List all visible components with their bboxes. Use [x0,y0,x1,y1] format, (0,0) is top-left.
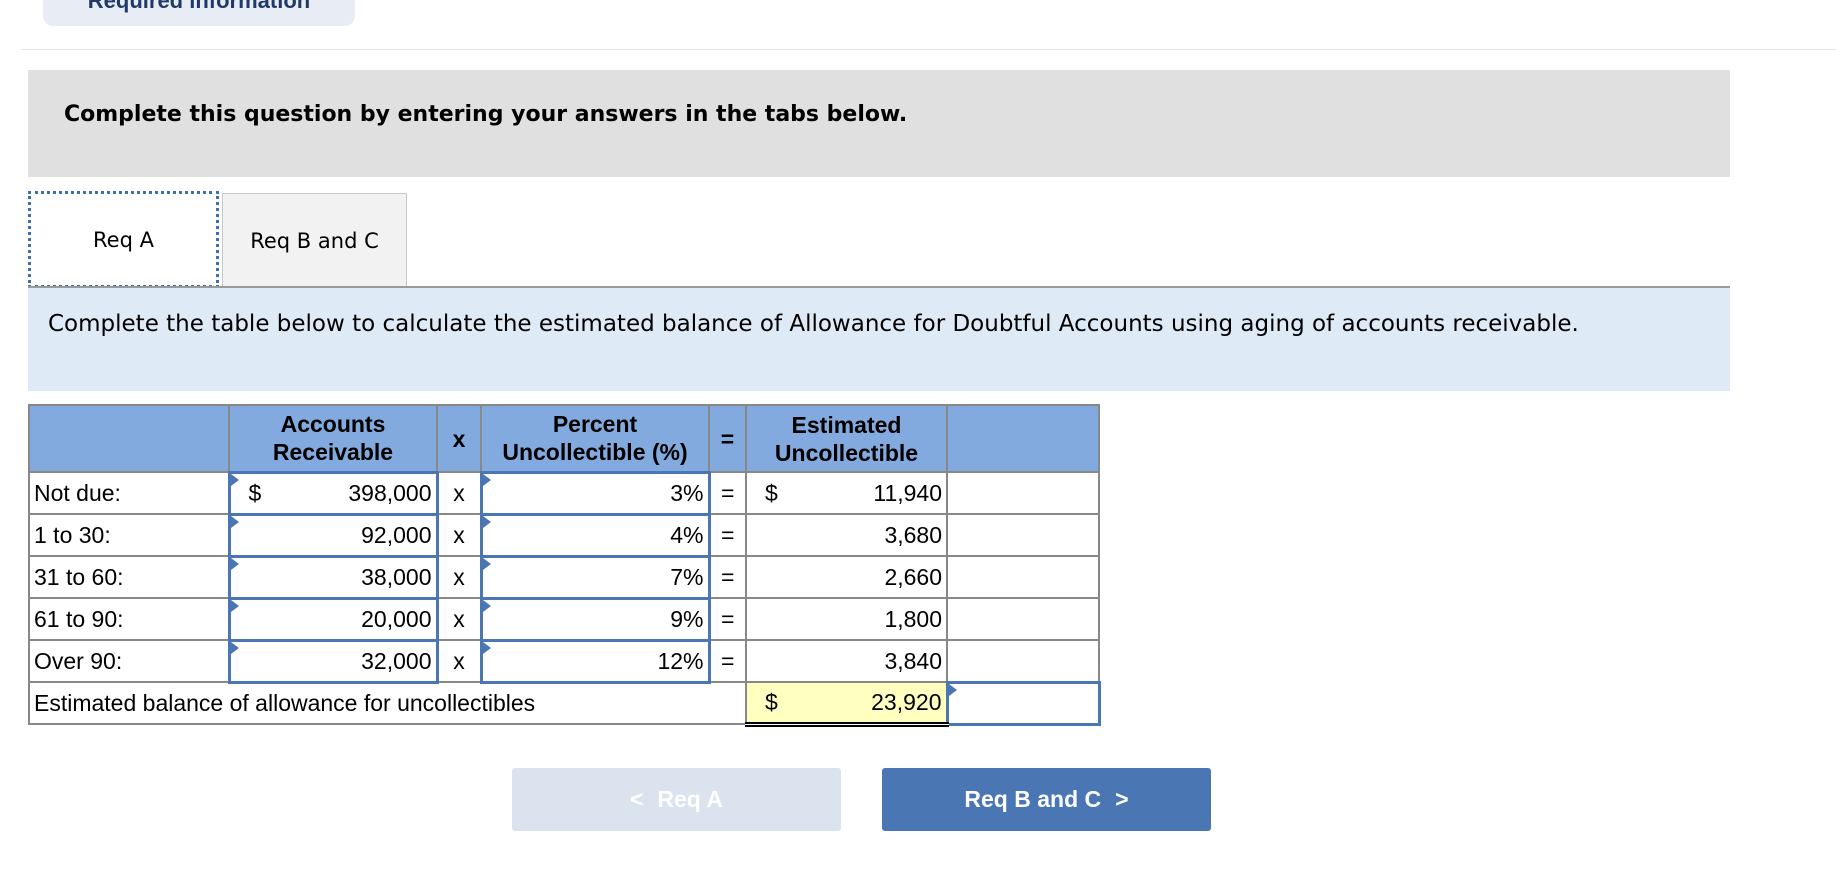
est-value: 2,660 [884,563,942,590]
accounts-receivable-input[interactable]: 38,000 [227,554,439,600]
row-label: 61 to 90: [28,597,230,641]
row-label: 31 to 60: [28,555,230,599]
header-accounts-receivable: Accounts Receivable [228,404,438,473]
times-sign: x [437,555,481,599]
est-value: 3,680 [884,521,942,548]
row-label: Not due: [28,471,230,515]
extra-cell [946,555,1100,599]
accounts-receivable-input[interactable]: 32,000 [227,638,439,684]
prompt-text: Complete the table below to calculate th… [48,311,1579,337]
next-req-b-and-c-button[interactable]: Req B and C > [882,768,1211,831]
total-extra-input[interactable] [945,680,1101,726]
header-percent: Percent Uncollectible (%) [480,404,710,473]
prev-req-a-button[interactable]: < Req A [512,768,841,831]
accounts-receivable-input[interactable]: $398,000 [227,470,439,516]
total-label: Estimated balance of allowance for uncol… [28,681,747,725]
tab-req-a[interactable]: Req A [28,191,219,288]
tab-label: Req B and C [250,228,379,253]
ar-value: 20,000 [361,605,432,632]
total-row: Estimated balance of allowance for uncol… [28,680,1101,727]
times-sign: x [437,513,481,557]
percent-input[interactable]: 7% [479,554,711,600]
instructions-banner: Complete this question by entering your … [28,70,1730,177]
currency-symbol: $ [765,479,778,506]
equals-sign: = [709,639,746,683]
header-estimated: Estimated Uncollectible [745,404,948,473]
required-information-tab[interactable]: Required information [43,0,355,26]
est-value: 11,940 [873,479,942,506]
divider [21,49,1836,50]
ar-value: 32,000 [361,647,432,674]
ar-value: 92,000 [361,521,432,548]
required-information-label: Required information [87,0,311,13]
header-equals: = [708,404,747,473]
accounts-receivable-input[interactable]: 20,000 [227,596,439,642]
percent-input[interactable]: 12% [479,638,711,684]
instructions-text: Complete this question by entering your … [64,102,908,127]
equals-sign: = [709,513,746,557]
equals-sign: = [709,471,746,515]
equals-sign: = [709,597,746,641]
table-row: Not due: $398,000 x 3% = $11,940 [28,470,1100,516]
times-sign: x [437,639,481,683]
ar-value: 38,000 [361,563,432,590]
table-row: 31 to 60: 38,000 x 7% = 2,660 [28,554,1100,600]
pct-value: 3% [670,479,704,506]
accounts-receivable-input[interactable]: 92,000 [227,512,439,558]
aging-table: Accounts Receivable x Percent Uncollecti… [28,404,1101,727]
row-label: 1 to 30: [28,513,230,557]
equals-sign: = [709,555,746,599]
chevron-left-icon: < [629,786,644,812]
table-row: 61 to 90: 20,000 x 9% = 1,800 [28,596,1100,642]
header-times: x [436,404,482,473]
prev-label: Req A [657,786,724,812]
percent-input[interactable]: 9% [479,596,711,642]
table-row: 1 to 30: 92,000 x 4% = 3,680 [28,512,1100,558]
pct-value: 9% [670,605,704,632]
currency-symbol: $ [765,688,778,715]
percent-input[interactable]: 3% [479,470,711,516]
row-label: Over 90: [28,639,230,683]
table-row: Over 90: 32,000 x 12% = 3,840 [28,638,1100,684]
header-blank [28,404,230,473]
estimated-cell: 2,660 [745,555,948,599]
estimated-cell: 3,840 [745,639,948,683]
header-row: Accounts Receivable x Percent Uncollecti… [28,404,1100,473]
times-sign: x [437,471,481,515]
pct-value: 7% [670,563,704,590]
pct-value: 4% [670,521,704,548]
tab-label: Req A [93,227,154,252]
times-sign: x [437,597,481,641]
extra-cell [946,471,1100,515]
pct-value: 12% [657,647,704,674]
chevron-right-icon: > [1115,786,1129,812]
total-value-cell: $23,920 [745,681,948,727]
prompt-box: Complete the table below to calculate th… [28,288,1730,391]
estimated-cell: 1,800 [745,597,948,641]
next-label: Req B and C [964,786,1102,812]
tab-req-b-and-c[interactable]: Req B and C [222,193,407,287]
extra-cell [946,513,1100,557]
extra-cell [946,639,1100,683]
header-blank-right [946,404,1100,473]
estimated-cell: $11,940 [745,471,948,515]
estimated-cell: 3,680 [745,513,948,557]
est-value: 1,800 [884,605,942,632]
extra-cell [946,597,1100,641]
percent-input[interactable]: 4% [479,512,711,558]
currency-symbol: $ [248,479,262,506]
total-value: 23,920 [871,688,942,715]
est-value: 3,840 [884,647,942,674]
ar-value: 398,000 [348,479,432,506]
